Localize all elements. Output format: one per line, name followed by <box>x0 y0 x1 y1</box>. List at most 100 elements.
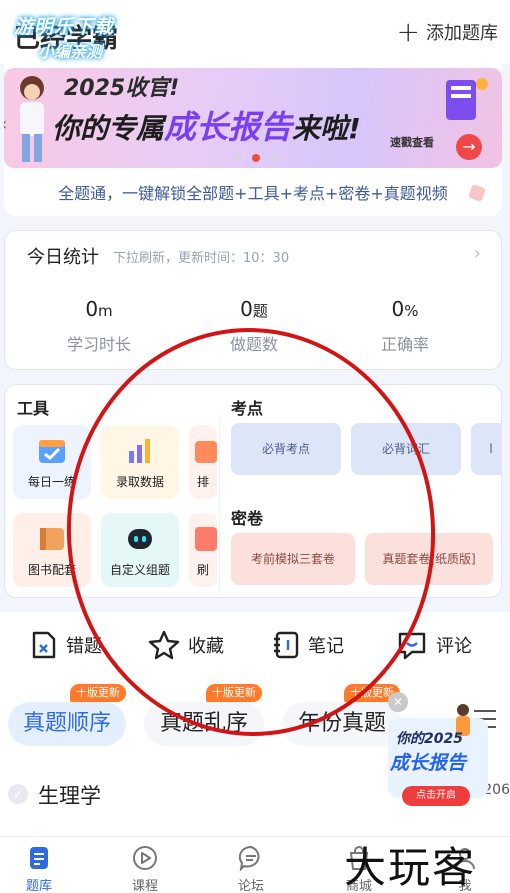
promo-banner[interactable]: ‹ 2025收官! 你的专属成长报告来啦! 速戳查看 → <box>4 68 502 168</box>
update-badge: 十版更新 <box>206 684 262 702</box>
app-screen: 已经学霸 游明乐下载 小编亲测 + 添加题库 ‹ 2025收官! 你的专属成长报… <box>0 0 510 893</box>
carousel-dots <box>234 154 278 162</box>
calendar-icon <box>39 440 65 463</box>
practice-icon <box>195 527 217 551</box>
stat-label: 正确率 <box>380 335 429 354</box>
star-icon <box>148 630 180 660</box>
add-question-bank-label: 添加题库 <box>426 23 498 44</box>
chevron-left-icon[interactable]: ‹ <box>4 114 7 135</box>
chip-key-points[interactable]: 必背考点 <box>231 423 341 475</box>
tool-label: 录取数据 <box>115 475 164 489</box>
quick-view-label: 速戳查看 <box>390 136 434 149</box>
update-badge: 十版更新 <box>70 684 126 702</box>
nav-label: 论坛 <box>237 879 264 893</box>
action-label: 收藏 <box>188 636 224 657</box>
carousel-dot[interactable] <box>234 154 242 162</box>
unlock-all-link[interactable]: 全题通，一键解锁全部题+工具+考点+密卷+真题视频 <box>4 180 502 204</box>
chip-more[interactable]: l <box>471 423 501 475</box>
tool-book-companion[interactable]: 图书配套 <box>13 513 91 587</box>
promo-line1: 你的2025 <box>396 731 463 747</box>
chevron-right-icon[interactable]: › <box>474 243 481 264</box>
carousel-dot-active[interactable] <box>252 154 260 162</box>
subject-name: 生理学 <box>38 784 101 808</box>
tool-label: 图书配套 <box>27 563 76 577</box>
tool-admission-data[interactable]: 录取数据 <box>101 425 179 499</box>
banner-card: ‹ 2025收官! 你的专属成长报告来啦! 速戳查看 → <box>4 64 502 216</box>
watermark-line1: 游明乐下载 <box>14 16 115 38</box>
stat-unit: % <box>404 302 419 320</box>
mijuan-title: 密卷 <box>231 509 264 528</box>
banner-line2-highlight: 成长报告 <box>164 108 293 146</box>
tool-custom-quiz[interactable]: 自定义组题 <box>101 513 179 587</box>
robot-icon <box>128 529 152 549</box>
arrow-right-icon[interactable]: → <box>456 134 482 160</box>
clipboard-illustration-icon <box>446 78 488 120</box>
tool-label: 每日一练 <box>27 475 76 489</box>
tab-real-exam-random[interactable]: 真题乱序 <box>144 702 264 746</box>
plus-icon: + <box>396 15 420 48</box>
banner-line2: 你的专属成长报告来啦! <box>52 102 361 148</box>
banner-line2-prefix: 你的专属 <box>52 112 165 145</box>
carousel-dot[interactable] <box>270 154 278 162</box>
girl-illustration-icon <box>20 76 44 162</box>
nav-courses[interactable]: 课程 <box>110 845 180 893</box>
stat-accuracy: 0% 正确率 <box>325 297 485 355</box>
expand-icon[interactable]: ✓ <box>8 784 28 804</box>
stats-title: 今日统计 <box>27 247 99 268</box>
add-question-bank-button[interactable]: + 添加题库 <box>397 18 498 46</box>
data-chart-icon <box>129 439 150 463</box>
action-notes[interactable]: 笔记 <box>272 630 344 660</box>
close-icon[interactable]: ✕ <box>388 692 408 712</box>
question-bank-icon <box>30 847 48 869</box>
tool-practice[interactable]: 刷 <box>189 513 217 587</box>
top-header: 已经学霸 游明乐下载 小编亲测 + 添加题库 <box>0 0 510 64</box>
stat-unit: 题 <box>252 302 268 320</box>
wrong-question-icon <box>32 631 56 659</box>
chip-mock-exam[interactable]: 考前模拟三套卷 <box>231 533 355 585</box>
promo-line2: 成长报告 <box>390 752 467 774</box>
tools-card: 工具 每日一练 录取数据 排 图书配套 自定义组题 刷 考点 必背考点 必背词汇… <box>4 384 502 598</box>
action-wrong-questions[interactable]: 错题 <box>30 630 102 660</box>
stat-question-count: 0题 做题数 <box>174 297 334 355</box>
action-label: 笔记 <box>308 636 344 657</box>
tool-label: 自定义组题 <box>109 563 170 577</box>
floating-growth-report[interactable]: ✕ 你的2025 成长报告 点击开启 <box>386 692 490 810</box>
stat-value: 0 <box>85 297 99 321</box>
stat-unit: m <box>98 302 113 320</box>
nav-forum[interactable]: 论坛 <box>216 845 286 893</box>
nav-question-bank[interactable]: 题库 <box>4 845 74 893</box>
kaodian-title: 考点 <box>231 399 264 418</box>
watermark-bottom: 大玩客 <box>344 843 477 892</box>
action-comments[interactable]: 评论 <box>396 630 472 660</box>
stat-label: 做题数 <box>229 335 278 354</box>
tab-yearly-exam[interactable]: 年份真题 <box>282 702 402 746</box>
stats-subtitle: 下拉刷新，更新时间：10：30 <box>113 251 290 266</box>
tool-label: 刷 <box>196 563 209 577</box>
action-label: 评论 <box>436 636 472 657</box>
nav-label: 课程 <box>131 879 158 893</box>
book-icon <box>40 528 64 550</box>
tool-daily-practice[interactable]: 每日一练 <box>13 425 91 499</box>
comment-icon <box>398 632 426 660</box>
play-icon <box>133 846 157 870</box>
action-favorites[interactable]: 收藏 <box>148 630 224 660</box>
notebook-icon <box>274 631 299 659</box>
tool-label: 排 <box>196 475 209 489</box>
watermark-line2: 小编亲测 <box>38 42 103 61</box>
divider <box>219 415 220 595</box>
forum-icon <box>238 845 260 871</box>
today-stats-card[interactable]: 今日统计 下拉刷新，更新时间：10：30 › 0m 学习时长 0题 做题数 0%… <box>4 230 502 370</box>
banner-line1: 2025收官! <box>64 76 180 101</box>
stat-label: 学习时长 <box>66 335 131 354</box>
ranking-icon <box>195 441 217 463</box>
tool-ranking[interactable]: 排 <box>189 425 217 499</box>
banner-line2-suffix: 来啦! <box>292 112 361 145</box>
nav-label: 题库 <box>25 879 52 893</box>
action-label: 错题 <box>66 636 102 657</box>
chip-real-exam-paper[interactable]: 真题套卷[纸质版] <box>365 533 493 585</box>
chip-key-vocabulary[interactable]: 必背词汇 <box>351 423 461 475</box>
tab-real-exam-order[interactable]: 真题顺序 <box>8 702 126 746</box>
open-report-button[interactable]: 点击开启 <box>402 786 470 806</box>
stat-value: 0 <box>391 297 405 321</box>
tools-title: 工具 <box>17 399 50 418</box>
